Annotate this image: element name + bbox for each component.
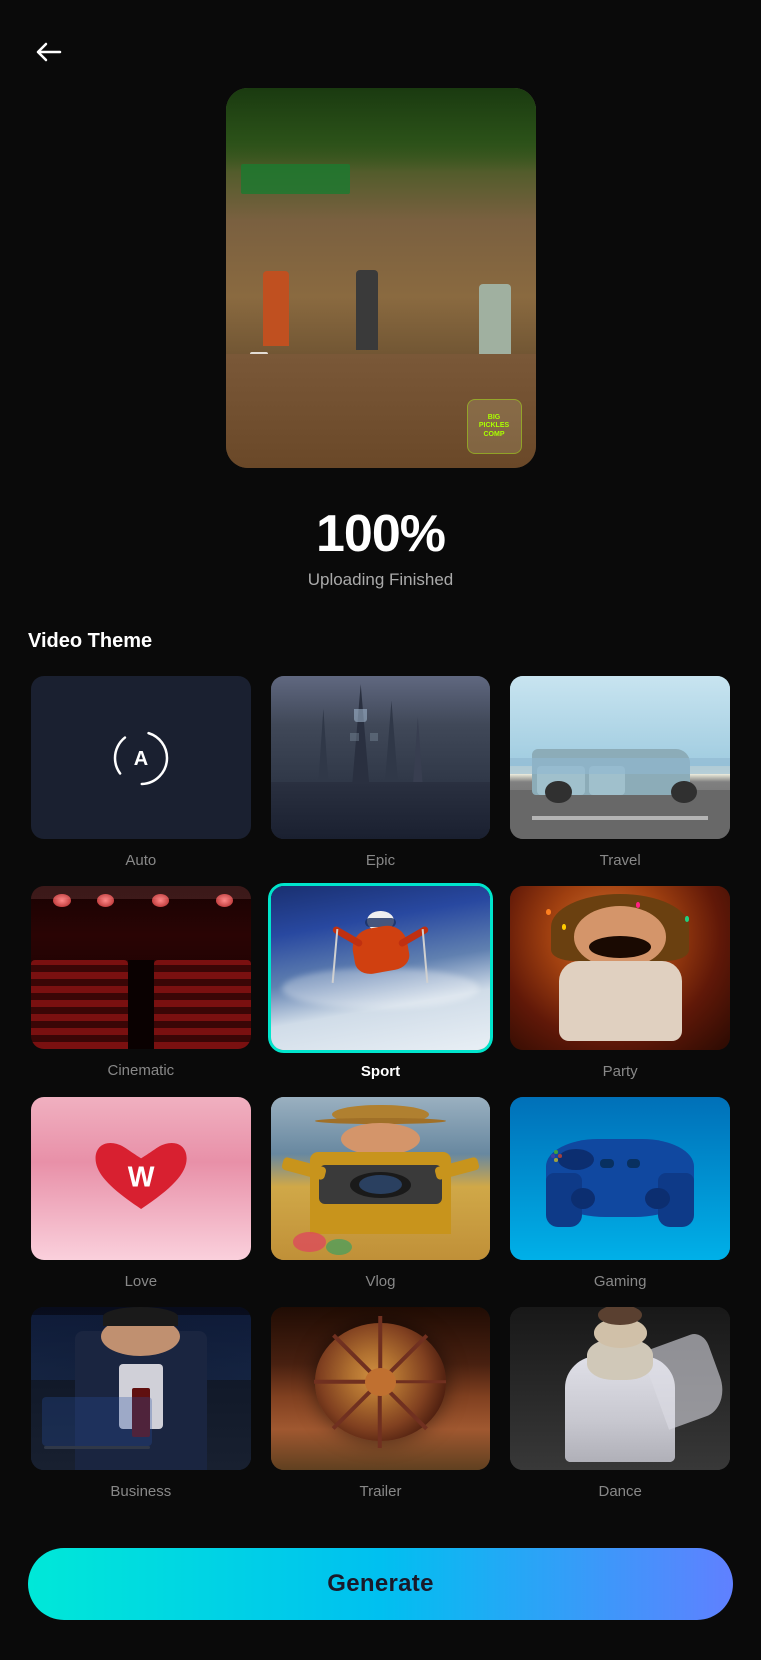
theme-label-sport: Sport <box>361 1063 400 1080</box>
theme-label-epic: Epic <box>366 852 395 869</box>
theme-item-sport[interactable]: Sport <box>268 883 494 1079</box>
theme-item-auto[interactable]: A Auto <box>28 673 254 869</box>
svg-text:W: W <box>127 1161 154 1193</box>
progress-percent: 100% <box>0 504 761 564</box>
theme-item-epic[interactable]: Epic <box>268 673 494 869</box>
theme-label-travel: Travel <box>600 852 641 869</box>
watermark: BIGPICKLESCOMP <box>467 399 522 454</box>
theme-item-trailer[interactable]: Trailer <box>268 1304 494 1500</box>
generate-section: Generate <box>0 1500 761 1660</box>
theme-thumb-epic <box>268 673 494 842</box>
theme-thumb-sport <box>268 883 494 1052</box>
generate-button[interactable]: Generate <box>28 1548 733 1620</box>
theme-label-cinematic: Cinematic <box>107 1062 174 1079</box>
theme-item-love[interactable]: W Love <box>28 1094 254 1290</box>
theme-section: Video Theme A Auto <box>0 590 761 1500</box>
back-button[interactable] <box>28 32 68 72</box>
theme-thumb-trailer <box>268 1304 494 1473</box>
theme-item-cinematic[interactable]: Cinematic <box>28 883 254 1079</box>
theme-thumb-auto: A <box>28 673 254 842</box>
theme-thumb-gaming <box>507 1094 733 1263</box>
progress-section: 100% Uploading Finished <box>0 504 761 590</box>
theme-thumb-party <box>507 883 733 1052</box>
theme-item-party[interactable]: Party <box>507 883 733 1079</box>
theme-label-vlog: Vlog <box>365 1273 395 1290</box>
theme-label-gaming: Gaming <box>594 1273 647 1290</box>
theme-label-dance: Dance <box>598 1483 641 1500</box>
theme-section-title: Video Theme <box>28 630 733 653</box>
theme-thumb-business <box>28 1304 254 1473</box>
theme-label-love: Love <box>125 1273 158 1290</box>
theme-item-travel[interactable]: Travel <box>507 673 733 869</box>
theme-thumb-vlog <box>268 1094 494 1263</box>
theme-thumb-cinematic <box>28 883 254 1052</box>
theme-label-auto: Auto <box>125 852 156 869</box>
progress-label: Uploading Finished <box>0 570 761 590</box>
theme-thumb-dance <box>507 1304 733 1473</box>
theme-grid: A Auto <box>28 673 733 1500</box>
theme-label-trailer: Trailer <box>360 1483 402 1500</box>
theme-label-business: Business <box>110 1483 171 1500</box>
preview-image: BIGPICKLESCOMP <box>226 88 536 468</box>
svg-text:A: A <box>134 748 148 770</box>
theme-item-gaming[interactable]: Gaming <box>507 1094 733 1290</box>
theme-item-vlog[interactable]: Vlog <box>268 1094 494 1290</box>
theme-thumb-love: W <box>28 1094 254 1263</box>
preview-container: BIGPICKLESCOMP <box>0 0 761 468</box>
theme-item-dance[interactable]: Dance <box>507 1304 733 1500</box>
theme-label-party: Party <box>603 1063 638 1080</box>
theme-item-business[interactable]: Business <box>28 1304 254 1500</box>
theme-thumb-travel <box>507 673 733 842</box>
